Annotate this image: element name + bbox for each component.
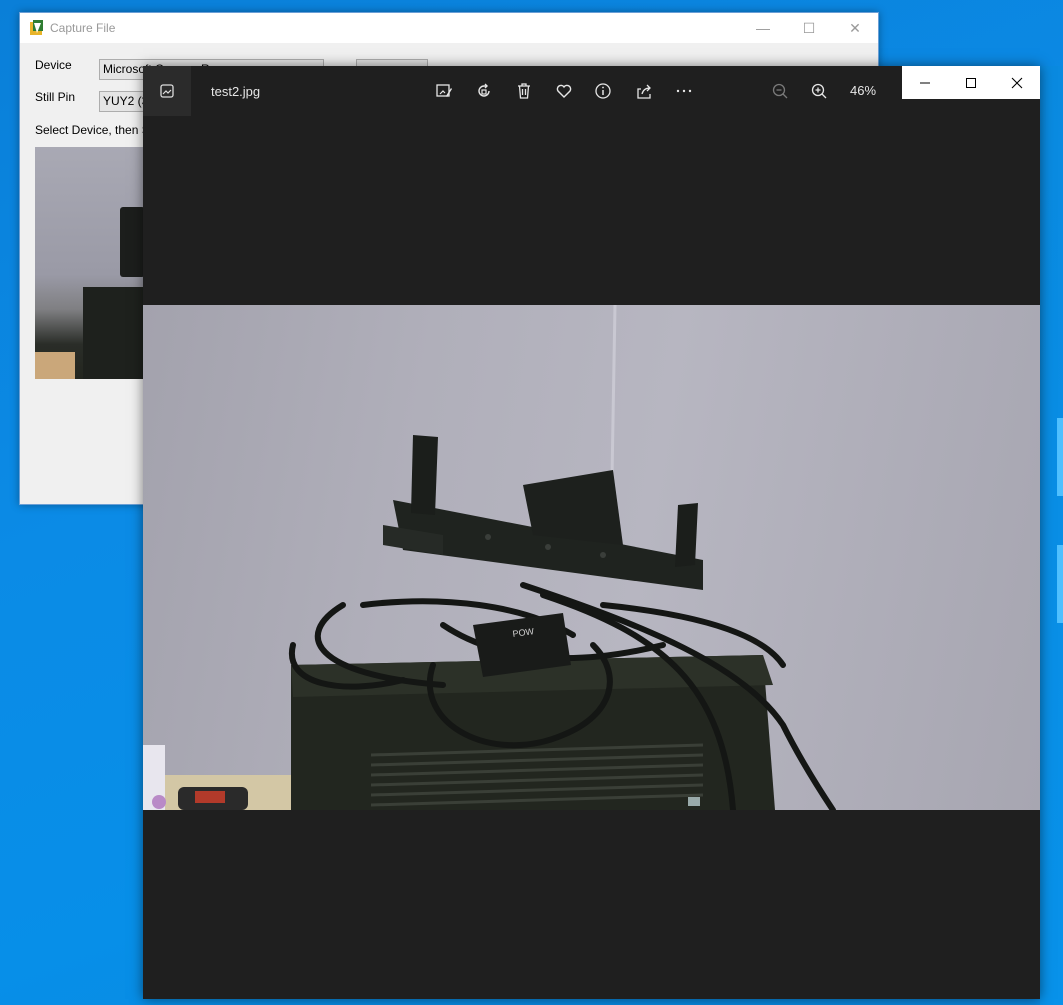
zoom-in-button[interactable]	[807, 79, 831, 103]
gallery-icon	[160, 84, 174, 98]
viewer-toolbar: test2.jpg 46%	[143, 66, 1040, 116]
favorite-icon	[556, 84, 572, 98]
desktop-edge-highlight	[1057, 418, 1063, 496]
edit-image-icon	[436, 84, 452, 97]
maximize-icon	[966, 77, 976, 88]
info-icon	[595, 83, 611, 99]
displayed-photo[interactable]: POW	[143, 305, 1040, 810]
zoom-level[interactable]: 46%	[850, 83, 876, 98]
desktop-edge-highlight	[1057, 545, 1063, 623]
zoom-out-icon	[772, 83, 788, 99]
more-options-button[interactable]	[672, 79, 696, 103]
minimize-button[interactable]	[902, 66, 948, 99]
close-icon	[1011, 77, 1023, 88]
capture-maximize-button[interactable]: ☐	[786, 13, 832, 43]
gallery-button[interactable]	[143, 66, 191, 116]
share-icon	[637, 84, 651, 99]
delete-icon	[518, 83, 530, 99]
rotate-icon	[478, 83, 490, 97]
window-controls	[902, 66, 1040, 99]
app-icon	[30, 20, 43, 35]
desktop-background	[1040, 66, 1063, 1005]
capture-close-button[interactable]: ✕	[832, 13, 878, 43]
favorite-button[interactable]	[552, 79, 576, 103]
capture-minimize-button[interactable]: —	[740, 13, 786, 43]
instruction-text: Select Device, then Se	[35, 123, 157, 137]
image-filename: test2.jpg	[211, 84, 261, 99]
capture-titlebar[interactable]: Capture File — ☐ ✕	[20, 13, 878, 43]
share-button[interactable]	[632, 79, 656, 103]
maximize-button[interactable]	[948, 66, 994, 99]
photo-content: POW	[143, 305, 836, 810]
delete-button[interactable]	[512, 79, 536, 103]
camera-preview	[35, 147, 145, 379]
info-button[interactable]	[591, 79, 615, 103]
photos-viewer-window[interactable]: test2.jpg 46% POW	[143, 66, 1040, 999]
close-button[interactable]	[994, 66, 1040, 99]
still-pin-label: Still Pin	[35, 90, 76, 104]
capture-window-title: Capture File	[50, 21, 116, 35]
more-icon	[676, 89, 692, 93]
zoom-in-icon	[811, 83, 827, 99]
rotate-button[interactable]	[472, 79, 496, 103]
edit-image-button[interactable]	[432, 79, 456, 103]
zoom-out-button[interactable]	[768, 79, 792, 103]
minimize-icon	[920, 82, 930, 83]
device-label: Device	[35, 58, 72, 72]
